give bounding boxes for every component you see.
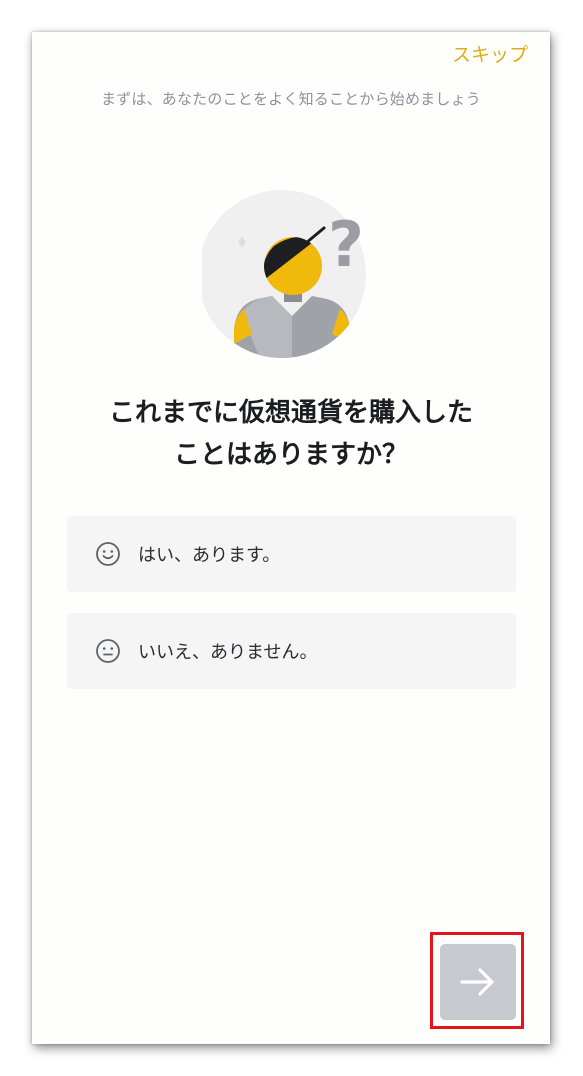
neutral-face-icon — [96, 639, 120, 663]
onboarding-screen: スキップ まずは、あなたのことをよく知ることから始めましょう ? これまでに仮想… — [32, 32, 550, 1044]
option-no[interactable]: いいえ、ありません。 — [67, 613, 516, 689]
highlight-box — [430, 932, 524, 1029]
smile-face-icon — [96, 542, 120, 566]
person-question-illustration: ? — [202, 190, 366, 358]
question-mark-icon: ? — [328, 208, 364, 281]
question-heading: これまでに仮想通貨を購入した ことはありますか？ — [32, 392, 550, 476]
option-no-label: いいえ、ありません。 — [138, 642, 318, 663]
option-yes-label: はい、あります。 — [138, 545, 281, 566]
skip-button[interactable]: スキップ — [452, 40, 528, 67]
option-yes[interactable]: はい、あります。 — [67, 516, 516, 592]
intro-subtitle: まずは、あなたのことをよく知ることから始めましょう — [100, 90, 481, 108]
question-line-1: これまでに仮想通貨を購入した — [108, 398, 473, 428]
question-line-2: ことはありますか？ — [173, 440, 408, 470]
